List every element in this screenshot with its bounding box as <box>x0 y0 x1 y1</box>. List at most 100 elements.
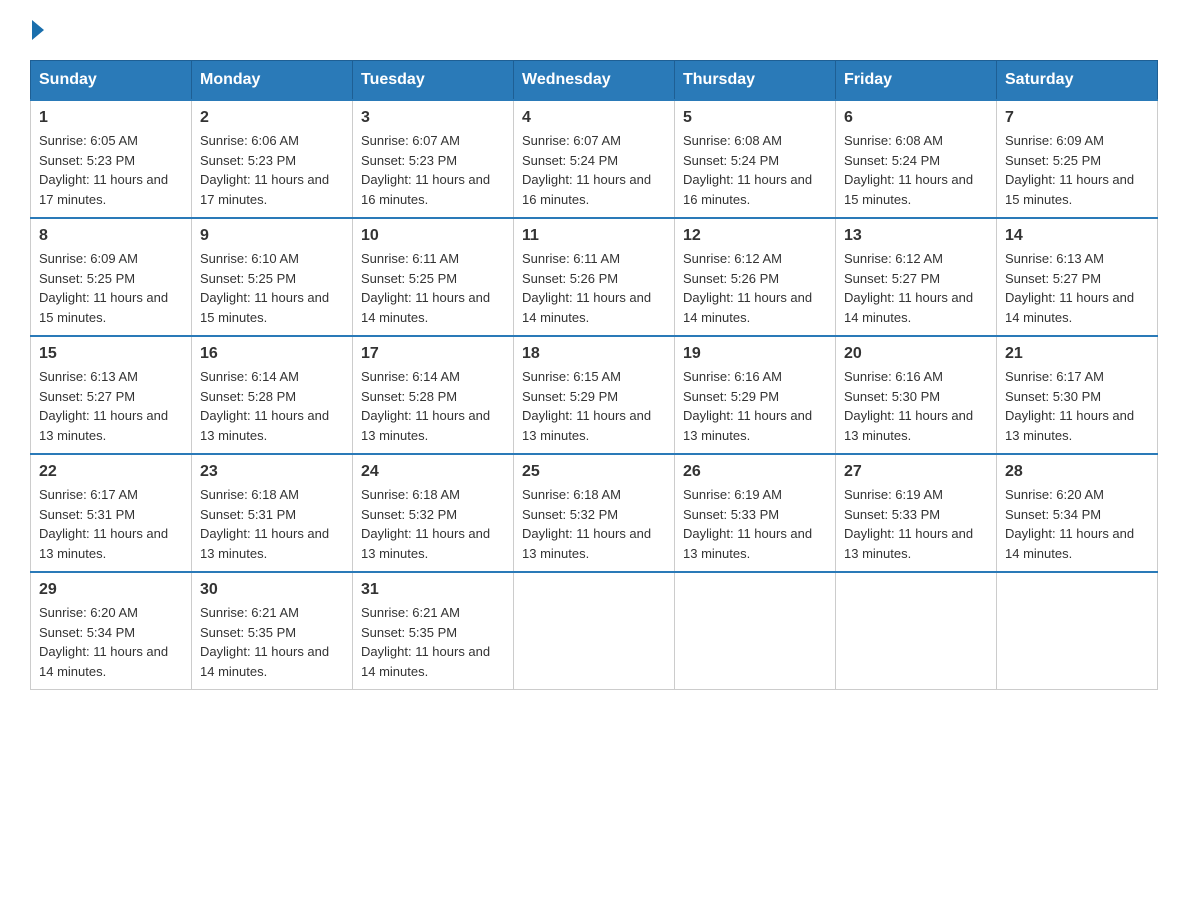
col-header-sunday: Sunday <box>31 61 192 101</box>
day-info: Sunrise: 6:13 AM Sunset: 5:27 PM Dayligh… <box>39 367 183 445</box>
day-number: 30 <box>200 581 344 599</box>
day-info: Sunrise: 6:11 AM Sunset: 5:26 PM Dayligh… <box>522 249 666 327</box>
day-number: 16 <box>200 345 344 363</box>
calendar-cell: 20 Sunrise: 6:16 AM Sunset: 5:30 PM Dayl… <box>836 336 997 454</box>
col-header-friday: Friday <box>836 61 997 101</box>
day-number: 24 <box>361 463 505 481</box>
calendar-cell: 12 Sunrise: 6:12 AM Sunset: 5:26 PM Dayl… <box>675 218 836 336</box>
day-info: Sunrise: 6:21 AM Sunset: 5:35 PM Dayligh… <box>200 603 344 681</box>
day-info: Sunrise: 6:19 AM Sunset: 5:33 PM Dayligh… <box>844 485 988 563</box>
calendar-cell: 9 Sunrise: 6:10 AM Sunset: 5:25 PM Dayli… <box>192 218 353 336</box>
day-info: Sunrise: 6:14 AM Sunset: 5:28 PM Dayligh… <box>361 367 505 445</box>
day-number: 27 <box>844 463 988 481</box>
day-info: Sunrise: 6:09 AM Sunset: 5:25 PM Dayligh… <box>1005 131 1149 209</box>
calendar-cell: 6 Sunrise: 6:08 AM Sunset: 5:24 PM Dayli… <box>836 100 997 218</box>
day-info: Sunrise: 6:11 AM Sunset: 5:25 PM Dayligh… <box>361 249 505 327</box>
day-number: 28 <box>1005 463 1149 481</box>
day-number: 23 <box>200 463 344 481</box>
day-info: Sunrise: 6:12 AM Sunset: 5:26 PM Dayligh… <box>683 249 827 327</box>
calendar-cell: 11 Sunrise: 6:11 AM Sunset: 5:26 PM Dayl… <box>514 218 675 336</box>
calendar-cell: 4 Sunrise: 6:07 AM Sunset: 5:24 PM Dayli… <box>514 100 675 218</box>
day-number: 12 <box>683 227 827 245</box>
day-info: Sunrise: 6:16 AM Sunset: 5:29 PM Dayligh… <box>683 367 827 445</box>
day-info: Sunrise: 6:20 AM Sunset: 5:34 PM Dayligh… <box>1005 485 1149 563</box>
calendar-cell: 27 Sunrise: 6:19 AM Sunset: 5:33 PM Dayl… <box>836 454 997 572</box>
logo-arrow-icon <box>32 20 44 40</box>
day-info: Sunrise: 6:18 AM Sunset: 5:32 PM Dayligh… <box>361 485 505 563</box>
calendar-cell: 30 Sunrise: 6:21 AM Sunset: 5:35 PM Dayl… <box>192 572 353 690</box>
calendar-cell: 7 Sunrise: 6:09 AM Sunset: 5:25 PM Dayli… <box>997 100 1158 218</box>
day-info: Sunrise: 6:07 AM Sunset: 5:24 PM Dayligh… <box>522 131 666 209</box>
day-info: Sunrise: 6:18 AM Sunset: 5:31 PM Dayligh… <box>200 485 344 563</box>
day-info: Sunrise: 6:10 AM Sunset: 5:25 PM Dayligh… <box>200 249 344 327</box>
col-header-wednesday: Wednesday <box>514 61 675 101</box>
day-number: 9 <box>200 227 344 245</box>
day-number: 31 <box>361 581 505 599</box>
day-info: Sunrise: 6:05 AM Sunset: 5:23 PM Dayligh… <box>39 131 183 209</box>
day-info: Sunrise: 6:08 AM Sunset: 5:24 PM Dayligh… <box>683 131 827 209</box>
calendar-cell: 21 Sunrise: 6:17 AM Sunset: 5:30 PM Dayl… <box>997 336 1158 454</box>
calendar-cell: 24 Sunrise: 6:18 AM Sunset: 5:32 PM Dayl… <box>353 454 514 572</box>
calendar-cell: 10 Sunrise: 6:11 AM Sunset: 5:25 PM Dayl… <box>353 218 514 336</box>
day-number: 2 <box>200 109 344 127</box>
day-info: Sunrise: 6:12 AM Sunset: 5:27 PM Dayligh… <box>844 249 988 327</box>
day-number: 25 <box>522 463 666 481</box>
day-number: 26 <box>683 463 827 481</box>
day-number: 20 <box>844 345 988 363</box>
calendar-week-row: 1 Sunrise: 6:05 AM Sunset: 5:23 PM Dayli… <box>31 100 1158 218</box>
calendar-cell: 1 Sunrise: 6:05 AM Sunset: 5:23 PM Dayli… <box>31 100 192 218</box>
day-number: 4 <box>522 109 666 127</box>
calendar-cell: 14 Sunrise: 6:13 AM Sunset: 5:27 PM Dayl… <box>997 218 1158 336</box>
day-info: Sunrise: 6:09 AM Sunset: 5:25 PM Dayligh… <box>39 249 183 327</box>
calendar-cell: 13 Sunrise: 6:12 AM Sunset: 5:27 PM Dayl… <box>836 218 997 336</box>
calendar-cell: 3 Sunrise: 6:07 AM Sunset: 5:23 PM Dayli… <box>353 100 514 218</box>
calendar-cell: 19 Sunrise: 6:16 AM Sunset: 5:29 PM Dayl… <box>675 336 836 454</box>
day-number: 11 <box>522 227 666 245</box>
col-header-saturday: Saturday <box>997 61 1158 101</box>
day-info: Sunrise: 6:08 AM Sunset: 5:24 PM Dayligh… <box>844 131 988 209</box>
day-number: 17 <box>361 345 505 363</box>
calendar-week-row: 15 Sunrise: 6:13 AM Sunset: 5:27 PM Dayl… <box>31 336 1158 454</box>
calendar-cell: 25 Sunrise: 6:18 AM Sunset: 5:32 PM Dayl… <box>514 454 675 572</box>
col-header-tuesday: Tuesday <box>353 61 514 101</box>
day-number: 22 <box>39 463 183 481</box>
day-info: Sunrise: 6:13 AM Sunset: 5:27 PM Dayligh… <box>1005 249 1149 327</box>
day-info: Sunrise: 6:17 AM Sunset: 5:31 PM Dayligh… <box>39 485 183 563</box>
day-number: 15 <box>39 345 183 363</box>
day-number: 1 <box>39 109 183 127</box>
day-number: 10 <box>361 227 505 245</box>
day-number: 13 <box>844 227 988 245</box>
day-info: Sunrise: 6:18 AM Sunset: 5:32 PM Dayligh… <box>522 485 666 563</box>
calendar-cell: 23 Sunrise: 6:18 AM Sunset: 5:31 PM Dayl… <box>192 454 353 572</box>
calendar-week-row: 22 Sunrise: 6:17 AM Sunset: 5:31 PM Dayl… <box>31 454 1158 572</box>
calendar-cell <box>836 572 997 690</box>
day-number: 3 <box>361 109 505 127</box>
calendar-week-row: 29 Sunrise: 6:20 AM Sunset: 5:34 PM Dayl… <box>31 572 1158 690</box>
calendar-cell <box>514 572 675 690</box>
day-number: 7 <box>1005 109 1149 127</box>
calendar-cell: 2 Sunrise: 6:06 AM Sunset: 5:23 PM Dayli… <box>192 100 353 218</box>
day-number: 19 <box>683 345 827 363</box>
calendar-cell: 16 Sunrise: 6:14 AM Sunset: 5:28 PM Dayl… <box>192 336 353 454</box>
day-number: 14 <box>1005 227 1149 245</box>
calendar-cell: 28 Sunrise: 6:20 AM Sunset: 5:34 PM Dayl… <box>997 454 1158 572</box>
day-info: Sunrise: 6:15 AM Sunset: 5:29 PM Dayligh… <box>522 367 666 445</box>
calendar-cell: 8 Sunrise: 6:09 AM Sunset: 5:25 PM Dayli… <box>31 218 192 336</box>
day-number: 6 <box>844 109 988 127</box>
day-info: Sunrise: 6:07 AM Sunset: 5:23 PM Dayligh… <box>361 131 505 209</box>
day-number: 8 <box>39 227 183 245</box>
day-info: Sunrise: 6:16 AM Sunset: 5:30 PM Dayligh… <box>844 367 988 445</box>
day-number: 5 <box>683 109 827 127</box>
col-header-thursday: Thursday <box>675 61 836 101</box>
col-header-monday: Monday <box>192 61 353 101</box>
day-info: Sunrise: 6:19 AM Sunset: 5:33 PM Dayligh… <box>683 485 827 563</box>
day-info: Sunrise: 6:14 AM Sunset: 5:28 PM Dayligh… <box>200 367 344 445</box>
calendar-week-row: 8 Sunrise: 6:09 AM Sunset: 5:25 PM Dayli… <box>31 218 1158 336</box>
calendar-header-row: SundayMondayTuesdayWednesdayThursdayFrid… <box>31 61 1158 101</box>
calendar-cell: 18 Sunrise: 6:15 AM Sunset: 5:29 PM Dayl… <box>514 336 675 454</box>
calendar-cell <box>997 572 1158 690</box>
day-info: Sunrise: 6:21 AM Sunset: 5:35 PM Dayligh… <box>361 603 505 681</box>
logo <box>30 20 44 40</box>
day-info: Sunrise: 6:20 AM Sunset: 5:34 PM Dayligh… <box>39 603 183 681</box>
calendar-cell: 17 Sunrise: 6:14 AM Sunset: 5:28 PM Dayl… <box>353 336 514 454</box>
